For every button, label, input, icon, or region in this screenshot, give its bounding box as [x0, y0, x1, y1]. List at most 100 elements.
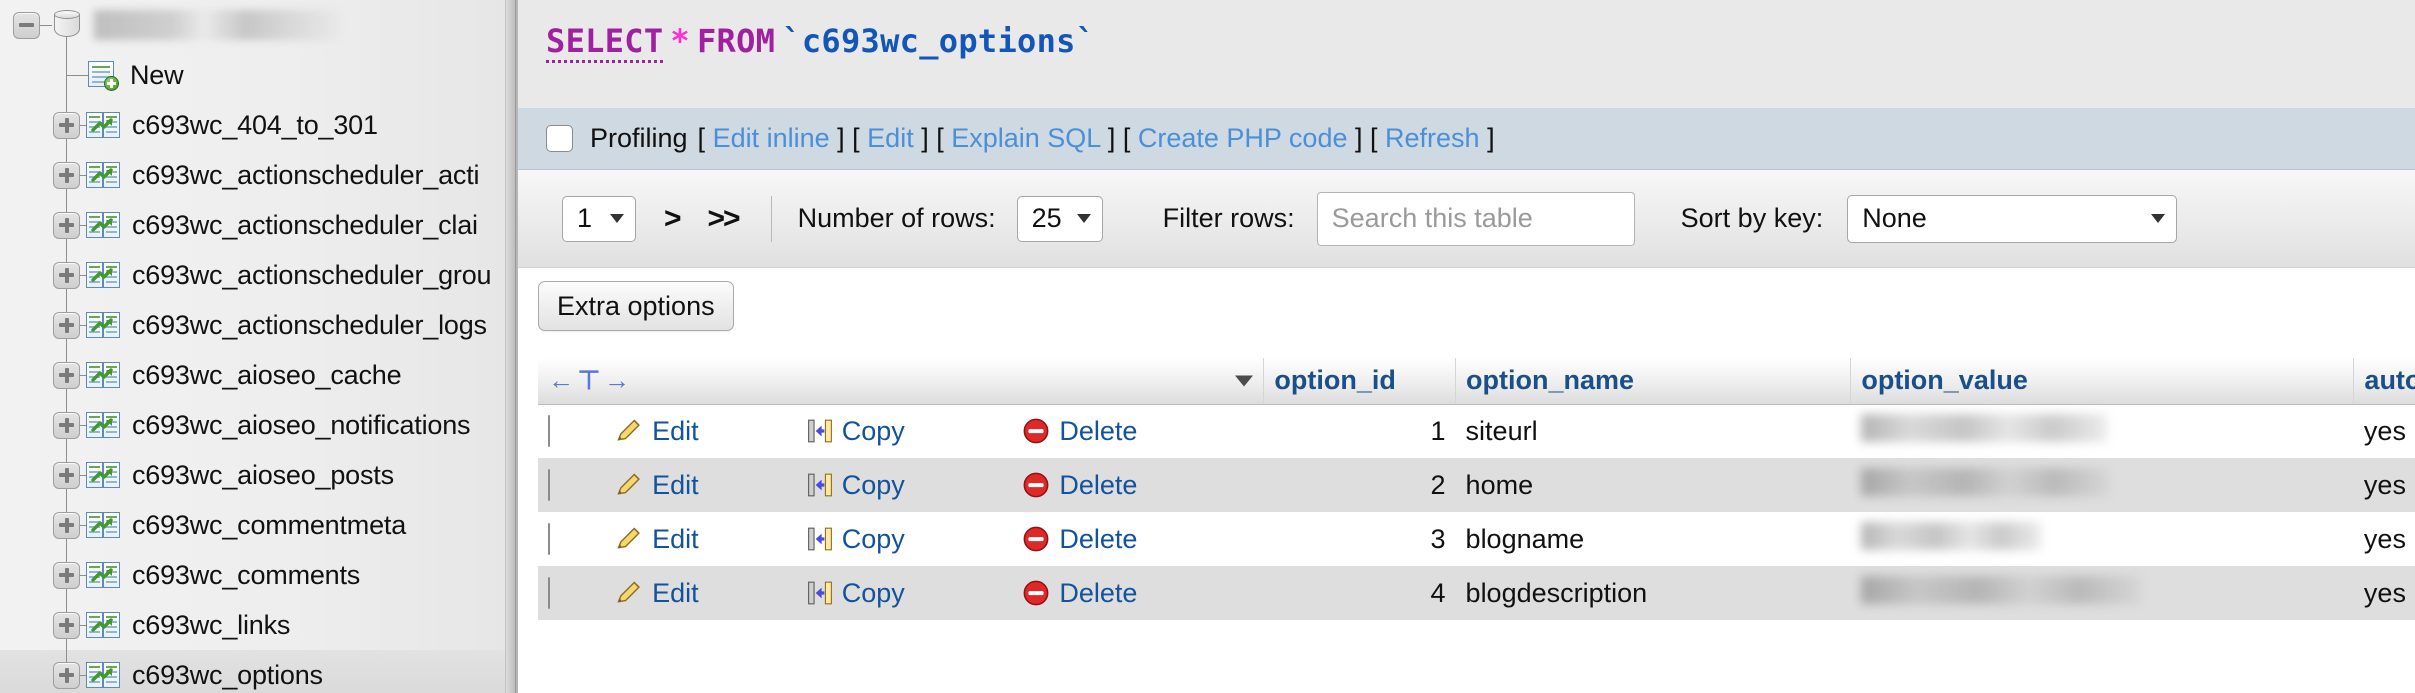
profiling-link-explain-sql[interactable]: Explain SQL: [951, 123, 1100, 153]
minus-icon: [19, 23, 34, 27]
database-root-row[interactable]: [0, 0, 515, 50]
sidebar-item-c693wc_aioseo_notifications[interactable]: c693wc_aioseo_notifications: [0, 400, 515, 450]
green-arrow-icon: [91, 518, 113, 532]
redacted-value: [1860, 521, 2041, 550]
delete-row-link[interactable]: Delete: [1022, 524, 1254, 555]
profiling-link-edit-inline[interactable]: Edit inline: [713, 123, 830, 153]
sidebar-item-c693wc_404_to_301[interactable]: c693wc_404_to_301: [0, 100, 515, 150]
profiling-link-create-php-code[interactable]: Create PHP code: [1138, 123, 1348, 153]
expand-table-toggle[interactable]: [53, 361, 80, 389]
cell-autoload: yes: [2353, 512, 2415, 566]
delete-icon: [1023, 472, 1049, 498]
column-header-option-value[interactable]: option_value: [1850, 358, 2355, 405]
sidebar-item-label: c693wc_actionscheduler_logs: [132, 309, 487, 340]
bracket-close: ]: [1347, 123, 1370, 153]
column-header-actions[interactable]: ← ⊤ →: [538, 358, 1265, 405]
table-row[interactable]: Edit Copy Delete 1 siteurl yes: [538, 404, 2415, 458]
green-arrow-icon: [91, 368, 113, 382]
sidebar-item-c693wc_links[interactable]: c693wc_links: [0, 600, 515, 650]
copy-row-link[interactable]: Copy: [807, 416, 1003, 447]
last-page-button[interactable]: >>: [708, 202, 741, 236]
collapse-database-toggle[interactable]: [13, 11, 40, 39]
edit-row-link[interactable]: Edit: [615, 524, 787, 555]
table-icon: [86, 610, 120, 640]
row-checkbox-cell: [538, 566, 606, 620]
chevron-down-icon: [1076, 214, 1091, 223]
profiling-checkbox[interactable]: [546, 125, 573, 152]
profiling-label: Profiling: [590, 123, 688, 153]
expand-table-toggle[interactable]: [53, 261, 80, 289]
pencil-icon: [617, 473, 640, 495]
row-copy-cell: Copy: [796, 404, 1013, 458]
bracket-open: [: [1122, 123, 1138, 153]
table-icon: [86, 660, 120, 690]
plus-icon: [64, 217, 69, 233]
sidebar-item-c693wc_actionscheduler_clai[interactable]: c693wc_actionscheduler_clai: [0, 200, 515, 250]
sql-query-box[interactable]: SELECT * FROM `c693wc_options`: [516, 0, 2415, 108]
copy-row-link[interactable]: Copy: [807, 578, 1003, 609]
results-table-head: ← ⊤ → option_id option_name option_value a…: [538, 358, 2415, 405]
plus-icon: [64, 167, 69, 183]
edit-row-link[interactable]: Edit: [615, 578, 787, 609]
sidebar-item-c693wc_aioseo_posts[interactable]: c693wc_aioseo_posts: [0, 450, 515, 500]
row-select-checkbox[interactable]: [548, 468, 550, 501]
sidebar-item-c693wc_actionscheduler_acti[interactable]: c693wc_actionscheduler_acti: [0, 150, 515, 200]
expand-table-toggle[interactable]: [53, 411, 80, 439]
filter-rows-input[interactable]: Search this table: [1316, 191, 1635, 246]
table-row[interactable]: Edit Copy Delete 4 blogdescription yes: [538, 566, 2415, 620]
row-select-checkbox[interactable]: [548, 576, 550, 609]
column-header-option-name[interactable]: option_name: [1455, 358, 1852, 405]
expand-table-toggle[interactable]: [53, 311, 80, 339]
table-icon: [86, 310, 120, 340]
filter-rows-label: Filter rows:: [1162, 203, 1295, 233]
copy-label: Copy: [841, 523, 905, 554]
sort-direction-icon: ← ⊤ →: [548, 365, 630, 396]
copy-row-link[interactable]: Copy: [807, 524, 1003, 555]
delete-row-link[interactable]: Delete: [1022, 416, 1254, 447]
sidebar-item-c693wc_aioseo_cache[interactable]: c693wc_aioseo_cache: [0, 350, 515, 400]
cell-autoload: yes: [2353, 458, 2415, 512]
extra-options-button[interactable]: Extra options: [538, 281, 734, 331]
delete-row-link[interactable]: Delete: [1022, 470, 1254, 501]
profiling-link-refresh[interactable]: Refresh: [1385, 123, 1480, 153]
column-header-option-id[interactable]: option_id: [1263, 358, 1457, 405]
row-select-checkbox[interactable]: [548, 522, 550, 555]
column-header-autoload[interactable]: autoload: [2353, 358, 2415, 405]
sort-by-key-select[interactable]: None: [1847, 194, 2178, 243]
row-checkbox-cell: [538, 404, 606, 458]
sidebar-item-c693wc_actionscheduler_logs[interactable]: c693wc_actionscheduler_logs: [0, 300, 515, 350]
expand-table-toggle[interactable]: [53, 661, 80, 689]
plus-icon: [64, 117, 69, 133]
row-select-checkbox[interactable]: [548, 414, 550, 447]
sidebar-item-c693wc_options[interactable]: c693wc_options: [0, 650, 515, 693]
cell-option-id: 4: [1263, 566, 1456, 620]
sidebar-item-c693wc_commentmeta[interactable]: c693wc_commentmeta: [0, 500, 515, 550]
expand-table-toggle[interactable]: [53, 461, 80, 489]
expand-table-toggle[interactable]: [53, 611, 80, 639]
expand-table-toggle[interactable]: [53, 561, 80, 589]
profiling-link-edit[interactable]: Edit: [867, 123, 914, 153]
copy-row-link[interactable]: Copy: [807, 470, 1003, 501]
expand-table-toggle[interactable]: [53, 161, 80, 189]
expand-table-toggle[interactable]: [53, 511, 80, 539]
table-row[interactable]: Edit Copy Delete 3 blogname yes: [538, 512, 2415, 566]
sidebar-item-c693wc_comments[interactable]: c693wc_comments: [0, 550, 515, 600]
expand-table-toggle[interactable]: [53, 111, 80, 139]
edit-row-link[interactable]: Edit: [615, 416, 787, 447]
sidebar-item-c693wc_actionscheduler_grou[interactable]: c693wc_actionscheduler_grou: [0, 250, 515, 300]
bracket-close: ]: [913, 123, 937, 153]
table-row[interactable]: Edit Copy Delete 2 home yes: [538, 458, 2415, 512]
number-of-rows-select[interactable]: 25: [1016, 195, 1103, 242]
divider: [770, 195, 772, 242]
cell-option-name: blogdescription: [1455, 566, 1851, 620]
green-arrow-icon: [91, 568, 113, 582]
green-arrow-icon: [91, 618, 113, 632]
page-number-select[interactable]: 1: [562, 195, 636, 242]
delete-row-link[interactable]: Delete: [1022, 578, 1254, 609]
results-controls-row: 1 > >> Number of rows: 25 Filter rows: S…: [516, 170, 2415, 268]
edit-row-link[interactable]: Edit: [615, 470, 787, 501]
next-page-button[interactable]: >: [664, 202, 681, 236]
sidebar-item-new[interactable]: New: [0, 50, 515, 100]
table-icon: [86, 160, 120, 190]
expand-table-toggle[interactable]: [53, 211, 80, 239]
